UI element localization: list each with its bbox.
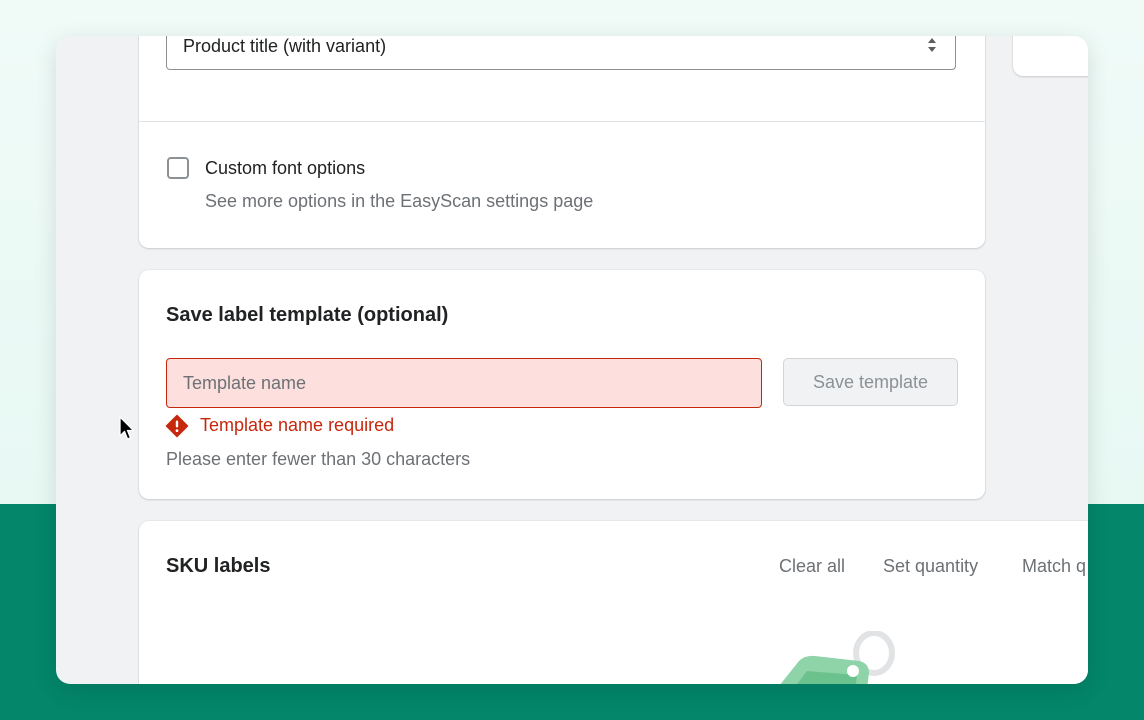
product-title-select-value: Product title (with variant) bbox=[183, 36, 387, 56]
error-icon bbox=[165, 414, 189, 438]
select-arrows-icon bbox=[928, 38, 936, 52]
template-name-help: Please enter fewer than 30 characters bbox=[166, 449, 471, 469]
label-settings-card: Product title (with variant) Custom font… bbox=[139, 36, 985, 248]
sku-labels-card: SKU labels Clear all Set quantity Match … bbox=[139, 521, 1088, 684]
sku-labels-heading: SKU labels bbox=[166, 555, 271, 577]
app-window: Product title (with variant) Custom font… bbox=[56, 36, 1088, 684]
mouse-cursor-icon bbox=[119, 416, 135, 440]
clear-all-button[interactable]: Clear all bbox=[779, 556, 845, 577]
side-card bbox=[1013, 36, 1088, 76]
custom-font-label[interactable]: Custom font options bbox=[205, 158, 365, 179]
save-template-button[interactable]: Save template bbox=[783, 358, 958, 406]
match-quantity-button[interactable]: Match q bbox=[1022, 556, 1086, 577]
save-template-heading: Save label template (optional) bbox=[166, 304, 449, 326]
product-title-select[interactable]: Product title (with variant) bbox=[166, 36, 956, 70]
save-template-card: Save label template (optional) Save temp… bbox=[139, 270, 985, 499]
card-divider bbox=[139, 121, 985, 122]
template-name-error: Template name required bbox=[200, 415, 395, 435]
custom-font-help: See more options in the EasyScan setting… bbox=[205, 191, 594, 211]
custom-font-checkbox[interactable] bbox=[167, 157, 189, 179]
set-quantity-button[interactable]: Set quantity bbox=[883, 556, 978, 577]
template-name-input[interactable] bbox=[166, 358, 762, 408]
price-tag-illustration bbox=[780, 631, 895, 684]
